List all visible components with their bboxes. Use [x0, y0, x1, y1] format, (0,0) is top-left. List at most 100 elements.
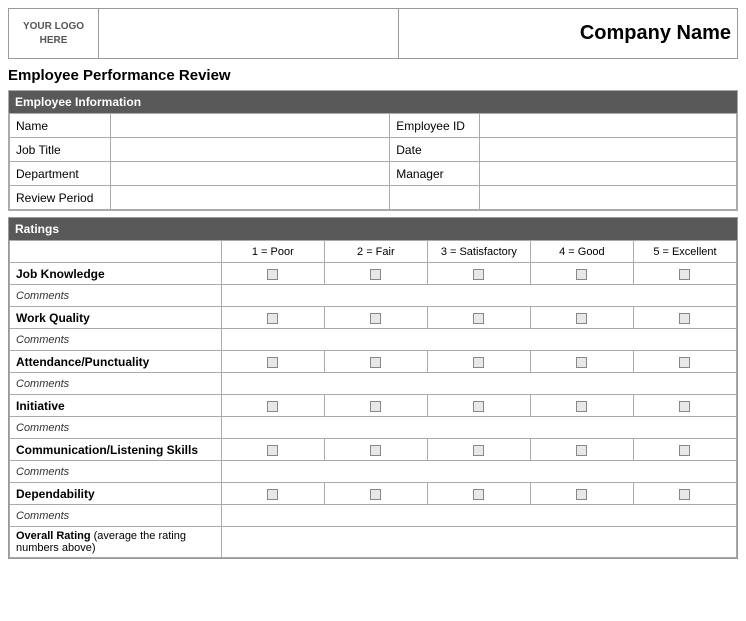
checkbox-cl-5[interactable] [633, 439, 736, 461]
checkbox-cl-1[interactable] [221, 439, 324, 461]
review-period-empty-label [390, 186, 479, 210]
col-header-1: 1 = Poor [221, 241, 324, 263]
comments-in-value[interactable] [221, 417, 736, 439]
table-row: Attendance/Punctuality [10, 351, 737, 373]
job-title-value[interactable] [110, 138, 390, 162]
table-row: Comments [10, 505, 737, 527]
col-header-label [10, 241, 222, 263]
department-label: Department [10, 162, 111, 186]
header-middle [99, 9, 399, 59]
review-period-row: Review Period [10, 186, 737, 210]
department-row: Department Manager [10, 162, 737, 186]
comments-dep-value[interactable] [221, 505, 736, 527]
table-row: Dependability [10, 483, 737, 505]
comments-cl-value[interactable] [221, 461, 736, 483]
comments-ap-value[interactable] [221, 373, 736, 395]
comments-wq: Comments [10, 329, 222, 351]
checkbox-in-4[interactable] [530, 395, 633, 417]
employee-info-table: Name Employee ID Job Title Date Departme… [9, 113, 737, 210]
name-label: Name [10, 114, 111, 138]
col-header-4: 4 = Good [530, 241, 633, 263]
col-header-2: 2 = Fair [324, 241, 427, 263]
checkbox-wq-1[interactable] [221, 307, 324, 329]
review-period-empty-value [479, 186, 736, 210]
company-name: Company Name [399, 9, 738, 59]
comments-ap: Comments [10, 373, 222, 395]
table-row: Comments [10, 373, 737, 395]
category-job-knowledge: Job Knowledge [10, 263, 222, 285]
checkbox-cl-4[interactable] [530, 439, 633, 461]
header-table: YOUR LOGO HERE Company Name [8, 8, 738, 59]
category-work-quality: Work Quality [10, 307, 222, 329]
checkbox-wq-4[interactable] [530, 307, 633, 329]
employee-info-section: Employee Information Name Employee ID Jo… [8, 90, 738, 211]
checkbox-ap-3[interactable] [427, 351, 530, 373]
checkbox-wq-2[interactable] [324, 307, 427, 329]
ratings-table: 1 = Poor 2 = Fair 3 = Satisfactory 4 = G… [9, 240, 737, 558]
manager-value[interactable] [479, 162, 736, 186]
checkbox-in-3[interactable] [427, 395, 530, 417]
overall-rating-label: Overall Rating (average the rating numbe… [10, 527, 222, 558]
review-period-label: Review Period [10, 186, 111, 210]
checkbox-cl-3[interactable] [427, 439, 530, 461]
employee-id-value[interactable] [479, 114, 736, 138]
ratings-header: Ratings [9, 218, 737, 240]
checkbox-dep-3[interactable] [427, 483, 530, 505]
checkbox-jk-2[interactable] [324, 263, 427, 285]
overall-rating-value[interactable] [221, 527, 736, 558]
category-initiative: Initiative [10, 395, 222, 417]
manager-label: Manager [390, 162, 479, 186]
department-value[interactable] [110, 162, 390, 186]
checkbox-ap-1[interactable] [221, 351, 324, 373]
comments-cl: Comments [10, 461, 222, 483]
col-header-3: 3 = Satisfactory [427, 241, 530, 263]
comments-jk: Comments [10, 285, 222, 307]
table-row: Work Quality [10, 307, 737, 329]
category-communication: Communication/Listening Skills [10, 439, 222, 461]
comments-in: Comments [10, 417, 222, 439]
checkbox-in-5[interactable] [633, 395, 736, 417]
checkbox-dep-1[interactable] [221, 483, 324, 505]
job-title-label: Job Title [10, 138, 111, 162]
checkbox-jk-5[interactable] [633, 263, 736, 285]
comments-dep: Comments [10, 505, 222, 527]
date-value[interactable] [479, 138, 736, 162]
checkbox-ap-2[interactable] [324, 351, 427, 373]
checkbox-dep-5[interactable] [633, 483, 736, 505]
table-row: Initiative [10, 395, 737, 417]
table-row: Comments [10, 285, 737, 307]
employee-info-header: Employee Information [9, 91, 737, 113]
ratings-section: Ratings 1 = Poor 2 = Fair 3 = Satisfacto… [8, 217, 738, 559]
name-row: Name Employee ID [10, 114, 737, 138]
date-label: Date [390, 138, 479, 162]
table-row: Comments [10, 417, 737, 439]
checkbox-wq-5[interactable] [633, 307, 736, 329]
review-period-value[interactable] [110, 186, 390, 210]
logo-text: YOUR LOGO HERE [23, 21, 84, 46]
checkbox-jk-1[interactable] [221, 263, 324, 285]
checkbox-wq-3[interactable] [427, 307, 530, 329]
page-title: Employee Performance Review [8, 67, 738, 84]
checkbox-jk-4[interactable] [530, 263, 633, 285]
checkbox-cl-2[interactable] [324, 439, 427, 461]
checkbox-dep-4[interactable] [530, 483, 633, 505]
table-row: Communication/Listening Skills [10, 439, 737, 461]
col-header-5: 5 = Excellent [633, 241, 736, 263]
table-row: Comments [10, 461, 737, 483]
category-attendance: Attendance/Punctuality [10, 351, 222, 373]
checkbox-jk-3[interactable] [427, 263, 530, 285]
comments-jk-value[interactable] [221, 285, 736, 307]
name-value[interactable] [110, 114, 390, 138]
category-dependability: Dependability [10, 483, 222, 505]
table-row: Comments [10, 329, 737, 351]
table-row: Job Knowledge [10, 263, 737, 285]
checkbox-in-1[interactable] [221, 395, 324, 417]
logo-cell: YOUR LOGO HERE [9, 9, 99, 59]
comments-wq-value[interactable] [221, 329, 736, 351]
checkbox-ap-4[interactable] [530, 351, 633, 373]
job-title-row: Job Title Date [10, 138, 737, 162]
checkbox-dep-2[interactable] [324, 483, 427, 505]
checkbox-ap-5[interactable] [633, 351, 736, 373]
checkbox-in-2[interactable] [324, 395, 427, 417]
employee-id-label: Employee ID [390, 114, 479, 138]
